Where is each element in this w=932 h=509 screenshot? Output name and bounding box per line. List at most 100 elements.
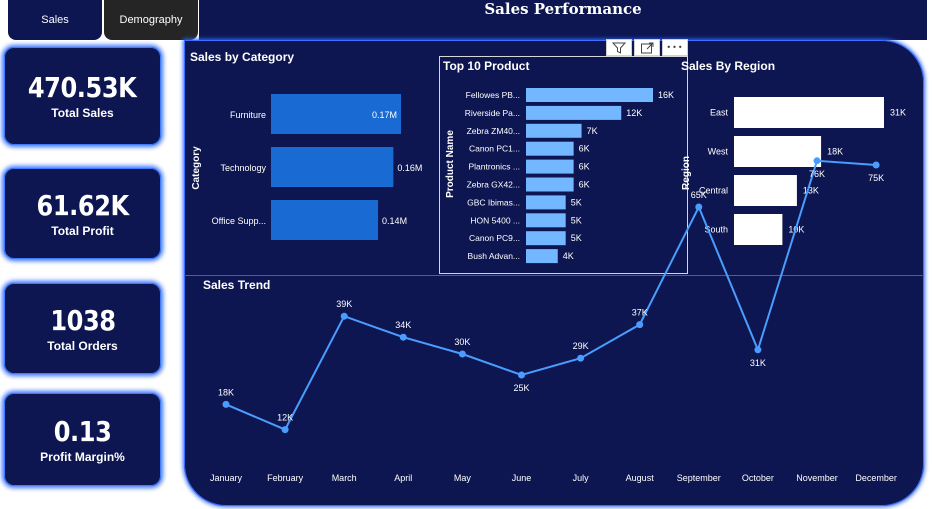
trend-point [399, 333, 407, 341]
trend-x-tick-label: November [796, 473, 838, 483]
product-tick-label: Canon PC9... [469, 233, 520, 243]
focus-mode-button[interactable] [634, 39, 660, 56]
product-tick-label: HON 5400 ... [470, 215, 520, 225]
product-bar [526, 105, 622, 120]
kpi-label: Profit Margin% [40, 449, 125, 464]
trend-point [458, 350, 466, 358]
trend-data-label: 30K [454, 337, 470, 347]
filter-button[interactable] [606, 39, 632, 56]
product-bar [526, 123, 582, 138]
trend-data-label: 37K [632, 308, 648, 318]
trend-x-tick-label: July [573, 473, 590, 483]
product-data-label: 4K [563, 251, 574, 261]
kpi-value: 470.53K [28, 71, 137, 104]
trend-x-tick-label: June [512, 473, 532, 483]
product-axis-label: Product Name [445, 130, 456, 198]
region-bar [734, 175, 797, 206]
region-axis-label: Region [681, 156, 692, 190]
product-data-label: 6K [579, 162, 590, 172]
product-tick-label: Riverside Pa... [465, 108, 520, 118]
trend-data-label: 29K [573, 341, 589, 351]
filter-icon [612, 42, 626, 54]
product-data-label: 5K [571, 197, 582, 207]
header-bar: Sales Performance [199, 0, 927, 40]
product-bar [526, 177, 574, 192]
region-bar-chart: East 31KWest 18KCentral 13KSouth 10KRegion [681, 97, 906, 245]
region-data-label: 31K [890, 108, 906, 118]
trend-data-label: 25K [513, 383, 529, 393]
tab-demography[interactable]: Demography [104, 0, 198, 40]
category-axis-label: Category [191, 146, 202, 190]
trend-data-label: 65K [691, 190, 707, 200]
product-bar [526, 249, 558, 264]
region-data-label: 18K [827, 147, 843, 157]
category-data-label: 0.17M [372, 110, 397, 120]
trend-point [222, 400, 230, 408]
trend-x-tick-label: January [210, 473, 243, 483]
trend-data-label: 12K [277, 413, 293, 423]
trend-point [813, 157, 821, 165]
trend-point [518, 371, 525, 379]
category-data-label: 0.16M [397, 163, 422, 173]
region-tick-label: East [710, 108, 729, 118]
category-data-label: 0.14M [382, 216, 407, 226]
product-data-label: 16K [658, 90, 674, 100]
tab-demography-label: Demography [119, 14, 183, 26]
product-bar [526, 159, 574, 174]
product-data-label: 12K [626, 108, 642, 118]
product-bar [526, 141, 574, 156]
trend-point [872, 161, 880, 169]
tab-sales[interactable]: Sales [8, 0, 102, 40]
product-tick-label: Zebra ZM40... [467, 126, 520, 136]
tab-sales-label: Sales [41, 14, 69, 26]
kpi-label: Total Sales [51, 106, 114, 120]
product-tick-label: Bush Advan... [468, 251, 520, 261]
trend-point [754, 346, 762, 354]
region-bar [734, 136, 822, 167]
trend-data-label: 34K [395, 320, 411, 330]
trend-x-tick-label: April [394, 473, 412, 483]
category-tick-label: Office Supp... [212, 216, 266, 226]
region-bar [734, 97, 884, 128]
product-data-label: 6K [579, 144, 590, 154]
kpi-label: Total Profit [51, 223, 114, 238]
trend-x-tick-label: August [626, 473, 655, 483]
product-data-label: 6K [579, 180, 590, 190]
product-bar [526, 195, 566, 210]
trend-x-tick-label: September [677, 473, 721, 483]
kpi-card-total-profit: 61.62K Total Profit [4, 168, 161, 259]
product-tick-label: Fellowes PB... [466, 90, 520, 100]
kpi-value: 61.62K [36, 188, 129, 222]
kpi-value: 1038 [49, 303, 116, 337]
product-bar [526, 213, 566, 228]
trend-x-tick-label: October [742, 473, 774, 483]
kpi-label: Total Orders [47, 338, 118, 353]
category-bar [271, 147, 394, 187]
category-bar [271, 200, 379, 240]
more-options-icon: ••• [666, 43, 684, 52]
region-tick-label: West [708, 147, 729, 157]
trend-data-label: 76K [809, 169, 825, 179]
trend-data-label: 31K [750, 358, 766, 368]
trend-point [577, 354, 585, 362]
trend-x-tick-label: March [332, 473, 357, 483]
region-data-label: 13K [803, 186, 819, 196]
product-bar [526, 231, 566, 246]
product-data-label: 7K [587, 126, 598, 136]
kpi-value: 0.13 [53, 414, 112, 448]
trend-data-label: 75K [868, 173, 884, 183]
more-options-button[interactable]: ••• [662, 39, 688, 56]
kpi-card-profit-margin: 0.13 Profit Margin% [4, 393, 161, 486]
trend-point [636, 321, 644, 329]
product-data-label: 5K [571, 233, 582, 243]
trend-point [695, 203, 703, 211]
charts-canvas: Furniture 0.17M Technology 0.16M Office Supp… [191, 88, 906, 483]
trend-data-label: 39K [336, 299, 352, 309]
kpi-card-total-orders: 1038 Total Orders [4, 283, 161, 374]
trend-x-tick-label: May [454, 473, 472, 483]
trend-point [281, 426, 289, 434]
category-bar-chart: Furniture 0.17M Technology 0.16M Office Supp… [191, 94, 422, 240]
product-tick-label: GBC Ibimas... [467, 197, 520, 207]
product-bar-chart: Fellowes PB... 16K Riverside Pa... 12K Zebra… [445, 88, 674, 264]
trend-x-tick-label: February [267, 473, 304, 483]
